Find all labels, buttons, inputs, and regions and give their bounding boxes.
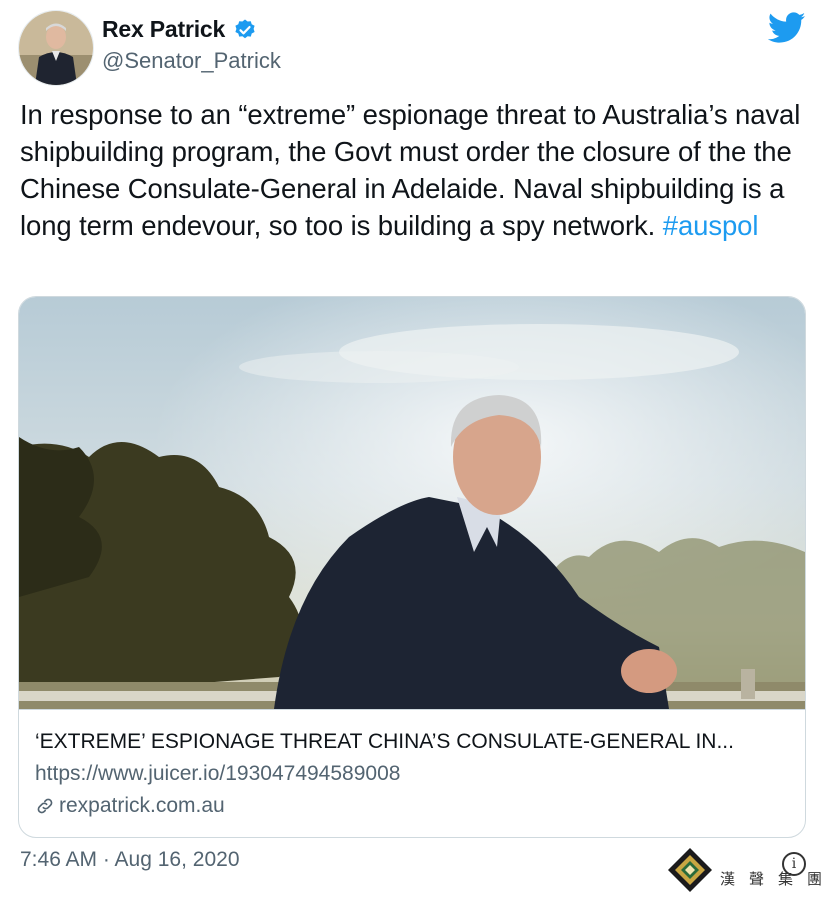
- twitter-bird-icon[interactable]: [768, 12, 806, 44]
- handle[interactable]: @Senator_Patrick: [102, 48, 281, 74]
- link-card[interactable]: ‘EXTREME’ ESPIONAGE THREAT CHINA’S CONSU…: [18, 296, 806, 838]
- author-name-row: Rex Patrick: [102, 16, 257, 43]
- watermark: 漢聲集團 i: [664, 846, 830, 896]
- link-icon: [37, 798, 53, 814]
- card-body: ‘EXTREME’ ESPIONAGE THREAT CHINA’S CONSU…: [19, 709, 805, 837]
- hashtag-link[interactable]: #auspol: [663, 210, 759, 241]
- info-icon[interactable]: i: [782, 852, 806, 876]
- card-url[interactable]: https://www.juicer.io/193047494589008: [35, 762, 400, 786]
- card-title[interactable]: ‘EXTREME’ ESPIONAGE THREAT CHINA’S CONSU…: [35, 730, 795, 754]
- card-domain[interactable]: rexpatrick.com.au: [59, 794, 225, 818]
- avatar[interactable]: [18, 10, 94, 86]
- card-image: [19, 297, 805, 709]
- timestamp[interactable]: 7:46 AM · Aug 16, 2020: [20, 848, 240, 872]
- card-domain-row: rexpatrick.com.au: [35, 794, 225, 818]
- verified-badge-icon: [235, 19, 255, 38]
- avatar-image: [19, 11, 93, 85]
- display-name[interactable]: Rex Patrick: [102, 16, 225, 43]
- watermark-text: 漢聲集團: [720, 870, 830, 888]
- tweet-text: In response to an “extreme” espionage th…: [20, 96, 812, 244]
- tweet: Rex Patrick @Senator_Patrick In response…: [0, 0, 830, 899]
- watermark-logo-icon: [668, 848, 712, 892]
